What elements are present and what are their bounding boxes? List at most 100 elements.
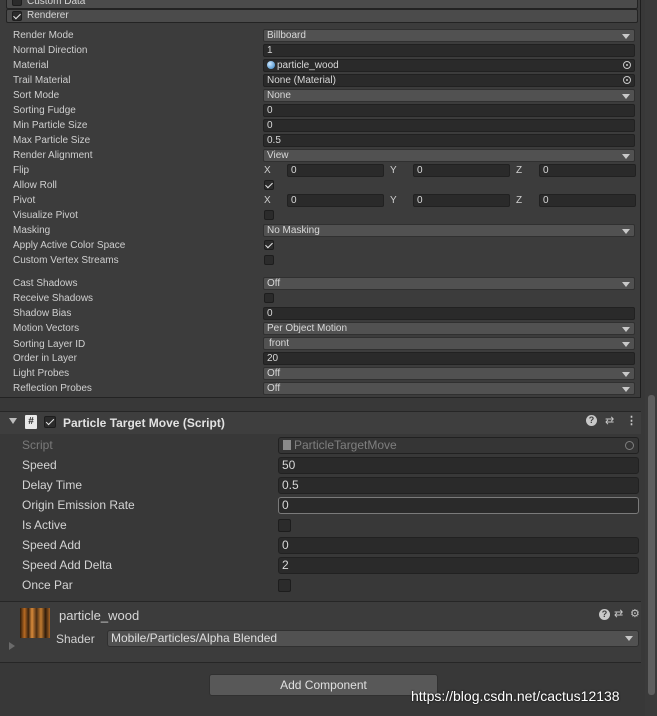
- speed-add-delta-field[interactable]: 2: [278, 557, 639, 574]
- pivot-y-field[interactable]: 0: [413, 194, 510, 207]
- flip-y-field[interactable]: 0: [413, 164, 510, 177]
- add-component-button[interactable]: Add Component: [209, 674, 438, 696]
- settings-icon[interactable]: ⚙: [630, 607, 640, 620]
- chevron-down-icon: [622, 342, 630, 347]
- trail-material-value: None (Material): [267, 75, 336, 86]
- visualize-pivot-checkbox[interactable]: [264, 210, 274, 220]
- material-value: particle_wood: [277, 60, 339, 71]
- is-active-label: Is Active: [22, 518, 67, 532]
- max-particle-size-label: Max Particle Size: [13, 135, 91, 146]
- speed-field[interactable]: 50: [278, 457, 639, 474]
- sort-mode-value: None: [267, 90, 291, 101]
- speed-add-field[interactable]: 0: [278, 537, 639, 554]
- origin-emission-rate-label: Origin Emission Rate: [22, 498, 135, 512]
- masking-label: Masking: [13, 225, 51, 236]
- shader-dropdown[interactable]: Mobile/Particles/Alpha Blended: [107, 630, 639, 647]
- order-in-layer-field[interactable]: 20: [263, 352, 635, 365]
- sort-mode-label: Sort Mode: [13, 90, 60, 101]
- sorting-layer-id-dropdown[interactable]: front: [263, 337, 635, 350]
- custom-data-module-header[interactable]: Custom Data: [6, 0, 638, 9]
- speed-add-delta-label: Speed Add Delta: [22, 558, 113, 572]
- render-mode-dropdown[interactable]: Billboard: [263, 29, 635, 42]
- sorting-fudge-label: Sorting Fudge: [13, 105, 76, 116]
- renderer-label: Renderer: [27, 10, 69, 21]
- min-particle-size-label: Min Particle Size: [13, 120, 88, 131]
- csharp-script-icon: #: [25, 415, 37, 429]
- pivot-label: Pivot: [13, 195, 36, 206]
- apply-active-color-space-checkbox[interactable]: [264, 240, 274, 250]
- normal-direction-field[interactable]: 1: [263, 44, 635, 57]
- masking-dropdown[interactable]: No Masking: [263, 224, 635, 237]
- custom-data-label: Custom Data: [27, 0, 86, 7]
- chevron-down-icon: [622, 34, 630, 39]
- material-field[interactable]: particle_wood: [263, 59, 635, 72]
- pivot-x-field[interactable]: 0: [287, 194, 384, 207]
- foldout-arrow-icon[interactable]: [9, 418, 17, 424]
- script-component-header[interactable]: # Particle Target Move (Script) ? ⇄ ⋮: [0, 411, 641, 434]
- cast-shadows-label: Cast Shadows: [13, 278, 78, 289]
- delay-time-field[interactable]: 0.5: [278, 477, 639, 494]
- once-par-label: Once Par: [22, 578, 73, 592]
- reflection-probes-value: Off: [267, 383, 281, 394]
- renderer-module-header[interactable]: Renderer: [6, 9, 638, 23]
- object-picker-icon[interactable]: [623, 76, 631, 84]
- object-picker-icon[interactable]: [623, 61, 631, 69]
- render-alignment-label: Render Alignment: [13, 150, 93, 161]
- renderer-module-panel: Custom Data Renderer Render Mode Billboa…: [0, 0, 641, 398]
- sort-mode-dropdown[interactable]: None: [263, 89, 635, 102]
- visualize-pivot-label: Visualize Pivot: [13, 210, 78, 221]
- motion-vectors-value: Per Object Motion: [267, 323, 348, 334]
- script-enabled-checkbox[interactable]: [44, 416, 56, 428]
- flip-z-field[interactable]: 0: [539, 164, 636, 177]
- chevron-down-icon: [622, 372, 630, 377]
- allow-roll-checkbox[interactable]: [264, 180, 274, 190]
- is-active-checkbox[interactable]: [278, 519, 291, 532]
- material-name: particle_wood: [59, 608, 140, 623]
- foldout-arrow-icon[interactable]: [9, 642, 15, 650]
- origin-emission-rate-field[interactable]: 0: [278, 497, 639, 514]
- render-mode-label: Render Mode: [13, 30, 74, 41]
- min-particle-size-field[interactable]: 0: [263, 119, 635, 132]
- component-menu-icon[interactable]: ⋮: [626, 414, 637, 427]
- custom-data-checkbox[interactable]: [12, 0, 22, 6]
- custom-vertex-streams-label: Custom Vertex Streams: [13, 255, 119, 266]
- chevron-down-icon: [622, 229, 630, 234]
- render-alignment-value: View: [267, 150, 289, 161]
- sorting-fudge-field[interactable]: 0: [263, 104, 635, 117]
- flip-x-field[interactable]: 0: [287, 164, 384, 177]
- motion-vectors-dropdown[interactable]: Per Object Motion: [263, 322, 635, 335]
- chevron-down-icon: [622, 154, 630, 159]
- script-file-icon: [283, 440, 291, 450]
- cast-shadows-value: Off: [267, 278, 281, 289]
- shadow-bias-field[interactable]: 0: [263, 307, 635, 320]
- custom-vertex-streams-checkbox[interactable]: [264, 255, 274, 265]
- pivot-z-field[interactable]: 0: [539, 194, 636, 207]
- scrollbar-thumb[interactable]: [648, 395, 655, 695]
- render-alignment-dropdown[interactable]: View: [263, 149, 635, 162]
- reflection-probes-dropdown[interactable]: Off: [263, 382, 635, 395]
- speed-label: Speed: [22, 458, 57, 472]
- max-particle-size-field[interactable]: 0.5: [263, 134, 635, 147]
- render-mode-value: Billboard: [267, 30, 306, 41]
- cast-shadows-dropdown[interactable]: Off: [263, 277, 635, 290]
- help-icon[interactable]: ?: [586, 415, 597, 426]
- normal-direction-label: Normal Direction: [13, 45, 88, 56]
- flip-x-axis-label: X: [264, 165, 271, 176]
- watermark-text: https://blog.csdn.net/cactus12138: [411, 688, 620, 704]
- check-icon: [45, 416, 55, 426]
- trail-material-field[interactable]: None (Material): [263, 74, 635, 87]
- light-probes-value: Off: [267, 368, 281, 379]
- receive-shadows-checkbox[interactable]: [264, 293, 274, 303]
- sorting-layer-id-value: front: [269, 338, 290, 349]
- script-field: ParticleTargetMove: [278, 437, 639, 454]
- divider: [0, 662, 641, 663]
- help-icon[interactable]: ?: [599, 609, 610, 620]
- light-probes-dropdown[interactable]: Off: [263, 367, 635, 380]
- presets-icon[interactable]: ⇄: [614, 607, 623, 620]
- renderer-checkbox[interactable]: [12, 11, 22, 21]
- once-par-checkbox[interactable]: [278, 579, 291, 592]
- pivot-y-axis-label: Y: [390, 195, 397, 206]
- flip-z-axis-label: Z: [516, 165, 523, 176]
- presets-icon[interactable]: ⇄: [605, 414, 614, 427]
- flip-label: Flip: [13, 165, 30, 176]
